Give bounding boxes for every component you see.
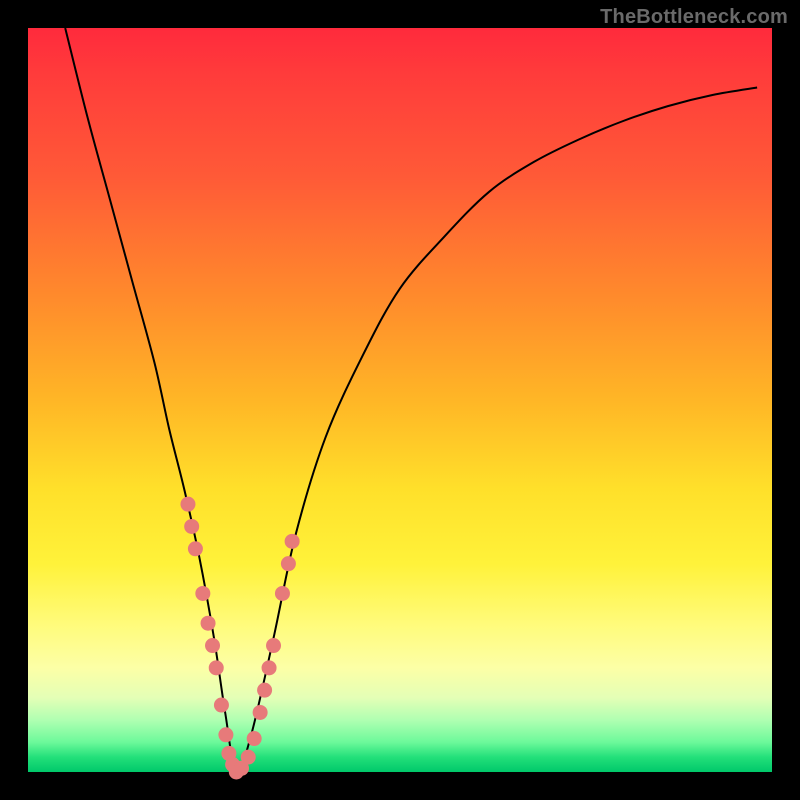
plot-area: [28, 28, 772, 772]
highlight-dot: [281, 556, 296, 571]
highlight-dot: [214, 698, 229, 713]
highlight-dot: [257, 683, 272, 698]
highlight-dot: [209, 660, 224, 675]
highlight-dot: [188, 541, 203, 556]
highlight-dot: [247, 731, 262, 746]
highlight-dot: [205, 638, 220, 653]
highlight-dot: [253, 705, 268, 720]
highlight-dots-group: [180, 497, 299, 780]
highlight-dot: [241, 750, 256, 765]
highlight-dot: [218, 727, 233, 742]
watermark-text: TheBottleneck.com: [600, 6, 788, 29]
highlight-dot: [275, 586, 290, 601]
highlight-dot: [266, 638, 281, 653]
chart-svg: [28, 28, 772, 772]
bottleneck-curve: [65, 28, 757, 772]
highlight-dot: [285, 534, 300, 549]
highlight-dot: [180, 497, 195, 512]
chart-frame: TheBottleneck.com: [0, 0, 800, 800]
highlight-dot: [184, 519, 199, 534]
highlight-dot: [262, 660, 277, 675]
highlight-dot: [195, 586, 210, 601]
highlight-dot: [201, 616, 216, 631]
